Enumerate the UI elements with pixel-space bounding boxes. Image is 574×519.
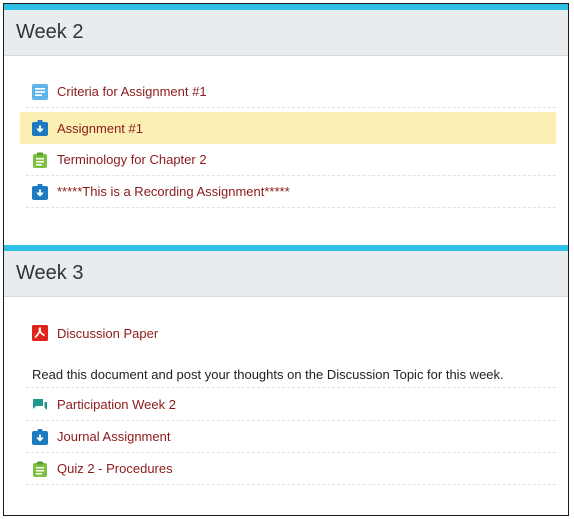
activity-item[interactable]: Terminology for Chapter 2 (26, 144, 556, 176)
activity-item[interactable]: Participation Week 2 (26, 389, 556, 421)
activity-item[interactable]: Quiz 2 - Procedures (26, 453, 556, 485)
activity-link[interactable]: Participation Week 2 (57, 397, 176, 412)
assignment-download-icon (32, 428, 48, 445)
divider (26, 387, 556, 388)
activity-link[interactable]: Criteria for Assignment #1 (57, 84, 207, 99)
activity-item[interactable]: Assignment #1 (20, 112, 556, 144)
assignment-download-icon (32, 120, 48, 136)
section-title: Week 3 (16, 262, 84, 284)
forum-icon (33, 398, 47, 410)
activity-item[interactable]: Discussion Paper (26, 317, 556, 349)
section-title: Week 2 (16, 21, 84, 43)
section-header: Week 2 (4, 10, 568, 56)
activity-link[interactable]: Journal Assignment (57, 429, 170, 444)
activity-item[interactable]: Criteria for Assignment #1 (26, 76, 556, 108)
activity-item[interactable]: *****This is a Recording Assignment***** (26, 176, 556, 208)
week-section: Week 3 Discussion Paper Read this docume… (4, 245, 568, 515)
activity-link[interactable]: Assignment #1 (57, 121, 143, 136)
activity-item[interactable]: Journal Assignment (26, 421, 556, 453)
clipboard-icon (33, 152, 47, 168)
week-section: Week 2 Criteria for Assignment #1 Assign… (4, 4, 568, 244)
clipboard-icon (33, 461, 47, 477)
activity-link[interactable]: Discussion Paper (57, 326, 158, 341)
course-content-panel: Week 2 Criteria for Assignment #1 Assign… (3, 3, 569, 516)
assignment-download-icon (32, 183, 48, 200)
activity-link[interactable]: Quiz 2 - Procedures (57, 461, 173, 476)
activity-link[interactable]: *****This is a Recording Assignment***** (57, 184, 290, 199)
section-header: Week 3 (4, 251, 568, 297)
activity-link[interactable]: Terminology for Chapter 2 (57, 152, 207, 167)
page-icon (32, 83, 48, 100)
activity-description: Read this document and post your thought… (32, 367, 504, 382)
pdf-icon (32, 325, 48, 341)
